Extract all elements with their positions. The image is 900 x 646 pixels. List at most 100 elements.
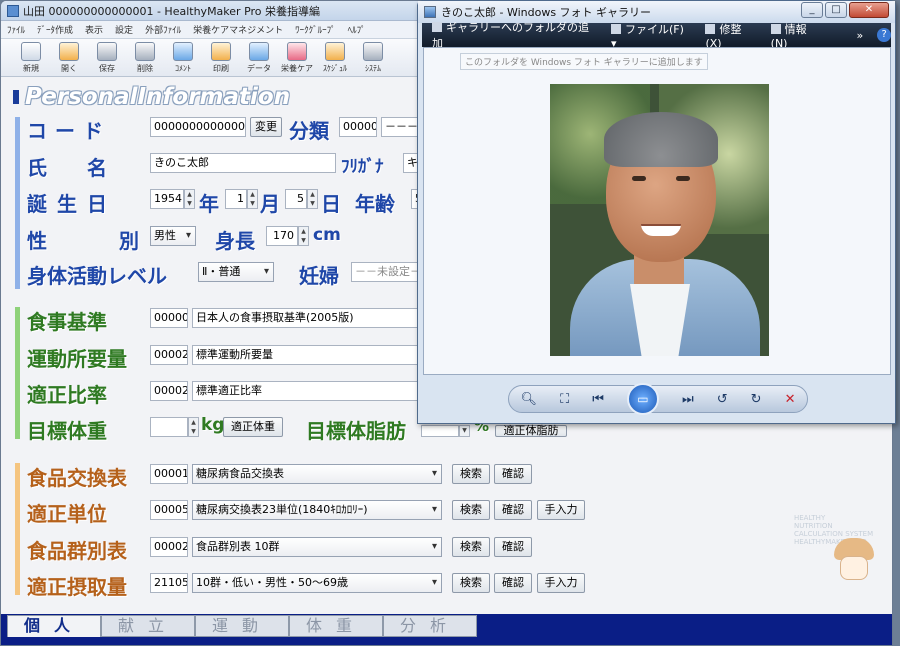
- intake-confirm-button[interactable]: 確認: [494, 573, 532, 593]
- gallery-maximize-button[interactable]: □: [825, 2, 847, 18]
- day-unit: 日: [321, 192, 341, 216]
- zoom-icon[interactable]: 🔍︎: [521, 392, 538, 407]
- category-select[interactable]: －－－: [381, 117, 417, 137]
- delete-button[interactable]: 削除: [129, 42, 161, 74]
- section-title: PersonalInformation: [13, 84, 290, 110]
- product-logo: HEALTHY NUTRITION CALCULATION SYSTEM HEA…: [794, 514, 889, 609]
- menu-view[interactable]: 表示: [85, 23, 103, 36]
- birth-month-field[interactable]: 1: [225, 189, 247, 209]
- meal-standard-select[interactable]: 日本人の食事摂取基準(2005版): [192, 308, 418, 328]
- ratio-select[interactable]: 標準適正比率: [192, 381, 418, 401]
- info-icon: [770, 23, 781, 34]
- activity-select[interactable]: Ⅱ・普通: [198, 262, 274, 282]
- intake-manual-button[interactable]: 手入力: [537, 573, 585, 593]
- menu-settings[interactable]: 設定: [115, 23, 133, 36]
- schedule-button[interactable]: ｽｹｼﾞｭﾙ: [319, 42, 351, 74]
- tab-bar: 個人 献立 運動 体重 分析: [1, 614, 892, 645]
- food-exchange-code[interactable]: 00001: [150, 464, 188, 484]
- intake-select[interactable]: 10群・低い・男性・50～69歳: [192, 573, 442, 593]
- gallery-minimize-button[interactable]: _: [801, 2, 823, 18]
- food-exchange-search-button[interactable]: 検索: [452, 464, 490, 484]
- exercise-code[interactable]: 00002: [150, 345, 188, 365]
- delete-icon[interactable]: ✕: [785, 392, 796, 407]
- gallery-close-button[interactable]: ✕: [849, 2, 889, 18]
- food-group-code[interactable]: 00002: [150, 537, 188, 557]
- help-icon[interactable]: ?: [877, 28, 891, 42]
- target-body-fat-field[interactable]: [421, 425, 459, 437]
- unit-manual-button[interactable]: 手入力: [537, 500, 585, 520]
- rotate-left-icon[interactable]: ↺: [717, 392, 728, 407]
- print-button[interactable]: 印刷: [205, 42, 237, 74]
- menu-file[interactable]: ﾌｧｲﾙ: [7, 23, 25, 36]
- calendar-icon: [325, 42, 345, 61]
- next-icon[interactable]: ⏭: [682, 392, 694, 407]
- previous-icon[interactable]: ⏮: [592, 392, 604, 407]
- birth-day-field[interactable]: 5: [285, 189, 307, 209]
- tab-personal[interactable]: 個人: [7, 615, 101, 637]
- target-weight-field[interactable]: [150, 417, 188, 437]
- ratio-code[interactable]: 00002: [150, 381, 188, 401]
- comment-button[interactable]: ｺﾒﾝﾄ: [167, 42, 199, 74]
- more-menu-icon[interactable]: »: [857, 29, 864, 42]
- food-exchange-confirm-button[interactable]: 確認: [494, 464, 532, 484]
- unit-confirm-button[interactable]: 確認: [494, 500, 532, 520]
- birth-year-stepper[interactable]: ▲ ▼: [184, 189, 195, 209]
- ideal-weight-button[interactable]: 適正体重: [223, 417, 283, 437]
- exercise-select[interactable]: 標準運動所要量: [192, 345, 418, 365]
- change-code-button[interactable]: 変更: [250, 117, 282, 137]
- mushroom-mascot-icon: [834, 538, 874, 580]
- meal-standard-code[interactable]: 00000: [150, 308, 188, 328]
- data-button[interactable]: データ: [243, 42, 275, 74]
- tab-analysis[interactable]: 分析: [383, 615, 477, 637]
- category-code-field[interactable]: 00000: [339, 117, 377, 137]
- open-button[interactable]: 開く: [53, 42, 85, 74]
- height-field[interactable]: 170: [266, 226, 298, 246]
- food-exchange-label: 食品交換表: [27, 466, 127, 490]
- unit-code[interactable]: 00005: [150, 500, 188, 520]
- name-field[interactable]: きのこ太郎: [150, 153, 336, 173]
- rotate-right-icon[interactable]: ↻: [751, 392, 762, 407]
- menu-data[interactable]: ﾃﾞｰﾀ作成: [37, 23, 73, 36]
- food-exchange-select[interactable]: 糖尿病食品交換表: [192, 464, 442, 484]
- slideshow-button[interactable]: ▭: [626, 383, 659, 415]
- food-group-select[interactable]: 食品群別表 10群: [192, 537, 442, 557]
- birth-month-stepper[interactable]: ▲ ▼: [247, 189, 258, 209]
- meal-standard-label: 食事基準: [27, 310, 107, 334]
- trash-icon: [135, 42, 155, 61]
- actual-size-icon[interactable]: ⛶: [560, 392, 569, 407]
- target-weight-stepper[interactable]: ▲ ▼: [188, 417, 199, 437]
- intake-label: 適正摂取量: [27, 575, 127, 599]
- ideal-body-fat-button[interactable]: 適正体脂肪: [495, 425, 567, 437]
- system-button[interactable]: ｼｽﾃﾑ: [357, 42, 389, 74]
- unit-select[interactable]: 糖尿病交換表23単位(1840ｷﾛｶﾛﾘｰ): [192, 500, 442, 520]
- info-menu[interactable]: 情報(N): [770, 21, 823, 50]
- file-menu[interactable]: ファイル(F) ▾: [610, 21, 691, 50]
- target-body-fat-stepper[interactable]: ▼: [459, 425, 470, 437]
- tab-exercise[interactable]: 運動: [195, 615, 289, 637]
- intake-search-button[interactable]: 検索: [452, 573, 490, 593]
- fix-menu[interactable]: 修整(X): [705, 21, 756, 50]
- target-weight-label: 目標体重: [27, 419, 107, 443]
- height-stepper[interactable]: ▲ ▼: [298, 226, 309, 246]
- food-section-bar: [15, 463, 20, 595]
- intake-code[interactable]: 21105: [150, 573, 188, 593]
- nutrition-care-button[interactable]: 栄養ケア: [281, 42, 313, 74]
- sex-select[interactable]: 男性: [150, 226, 196, 246]
- code-field[interactable]: 000000000000001: [150, 117, 246, 137]
- food-group-search-button[interactable]: 検索: [452, 537, 490, 557]
- tab-menu[interactable]: 献立: [101, 615, 195, 637]
- pregnancy-select[interactable]: －－未設定－: [351, 262, 418, 282]
- menu-external[interactable]: 外部ﾌｧｲﾙ: [145, 23, 181, 36]
- unit-search-button[interactable]: 検索: [452, 500, 490, 520]
- menu-care[interactable]: 栄養ケアマネジメント: [193, 23, 283, 36]
- height-unit: cm: [313, 225, 341, 245]
- menu-help[interactable]: ﾍﾙﾌﾟ: [348, 23, 366, 36]
- birth-day-stepper[interactable]: ▲ ▼: [307, 189, 318, 209]
- furigana-field[interactable]: キ: [403, 153, 418, 173]
- save-button[interactable]: 保存: [91, 42, 123, 74]
- new-button[interactable]: 新規: [15, 42, 47, 74]
- tab-weight[interactable]: 体重: [289, 615, 383, 637]
- food-group-confirm-button[interactable]: 確認: [494, 537, 532, 557]
- menu-workgroup[interactable]: ﾜｰｸｸﾞﾙｰﾌﾟ: [295, 23, 336, 36]
- birth-year-field[interactable]: 1954: [150, 189, 184, 209]
